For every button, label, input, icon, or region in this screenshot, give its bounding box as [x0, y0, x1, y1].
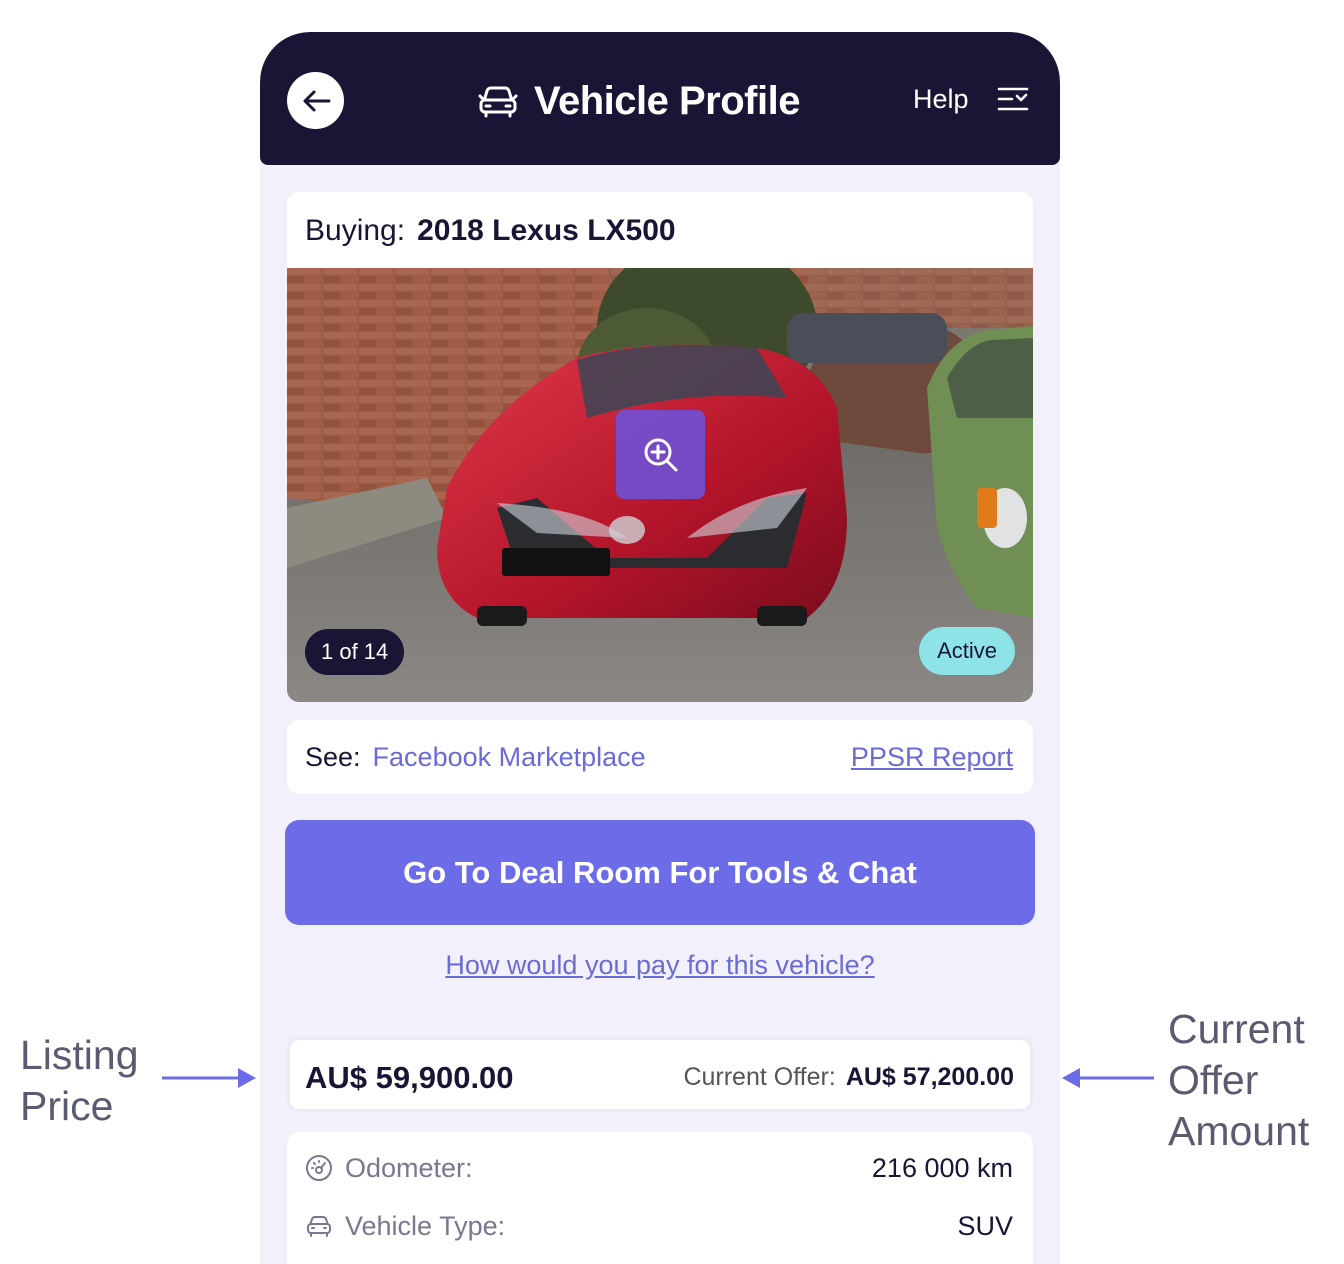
vehicle-type-value: SUV	[957, 1210, 1013, 1241]
payment-link[interactable]: How would you pay for this vehicle?	[260, 950, 1060, 981]
status-badge: Active	[919, 627, 1015, 675]
listing-price: AU$ 59,900.00	[305, 1060, 514, 1095]
header-title-group: Vehicle Profile	[478, 76, 800, 126]
filter-menu-icon[interactable]	[996, 84, 1030, 114]
buying-label: Buying:	[305, 214, 406, 247]
current-offer-annotation: Current Offer Amount	[1168, 1004, 1309, 1157]
facebook-marketplace-link[interactable]: Facebook Marketplace	[373, 742, 646, 773]
vehicle-type-label: Vehicle Type:	[345, 1210, 506, 1241]
photo-counter-badge: 1 of 14	[305, 629, 405, 675]
arrow-left-icon	[303, 90, 330, 111]
zoom-button[interactable]	[616, 410, 705, 499]
spec-row-odometer: Odometer: 216 000 km	[305, 1148, 1013, 1188]
zoom-in-icon	[644, 438, 677, 471]
annotation-line: Amount	[1168, 1108, 1310, 1154]
spec-row-vehicle-type: Vehicle Type: SUV	[305, 1206, 1013, 1246]
arrow-left-icon	[1062, 1068, 1154, 1088]
annotation-line: Offer	[1168, 1057, 1259, 1103]
car-icon	[307, 1216, 331, 1237]
see-label: See:	[305, 742, 361, 772]
vehicle-photo[interactable]: 1 of 14 Active	[287, 268, 1033, 702]
odometer-label: Odometer:	[345, 1152, 473, 1183]
ppsr-report-link[interactable]: PPSR Report	[851, 742, 1013, 773]
specs-card: Odometer: 216 000 km Vehicle Type: SUV	[287, 1132, 1033, 1264]
current-offer: Current Offer: AU$ 57,200.00	[683, 1063, 1014, 1092]
phone-screen: Vehicle Profile Help Buying: 2018 Lexus …	[260, 32, 1060, 1264]
current-offer-value: AU$ 57,200.00	[845, 1063, 1014, 1091]
current-offer-label: Current Offer:	[683, 1063, 836, 1091]
listing-price-annotation: Listing Price	[20, 1030, 139, 1132]
car-icon	[478, 86, 518, 118]
speedometer-icon	[306, 1155, 332, 1181]
annotation-line: Listing	[20, 1032, 139, 1078]
page-title: Vehicle Profile	[534, 78, 800, 123]
app-header: Vehicle Profile Help	[260, 32, 1060, 165]
odometer-value: 216 000 km	[871, 1152, 1013, 1183]
deal-room-button[interactable]: Go To Deal Room For Tools & Chat	[285, 820, 1035, 925]
annotation-line: Price	[20, 1083, 114, 1129]
vehicle-heading: Buying: 2018 Lexus LX500	[305, 214, 676, 248]
links-card: See: Facebook Marketplace PPSR Report	[287, 720, 1033, 794]
help-link[interactable]: Help	[913, 84, 969, 115]
source-row: See: Facebook Marketplace	[305, 742, 646, 773]
arrow-right-icon	[162, 1068, 256, 1088]
vehicle-name: 2018 Lexus LX500	[417, 214, 676, 247]
back-button[interactable]	[287, 72, 344, 129]
vehicle-card: Buying: 2018 Lexus LX500 1 of 14 Active	[287, 192, 1033, 702]
annotation-line: Current	[1168, 1006, 1305, 1052]
price-card: AU$ 59,900.00 Current Offer: AU$ 57,200.…	[287, 1037, 1033, 1112]
